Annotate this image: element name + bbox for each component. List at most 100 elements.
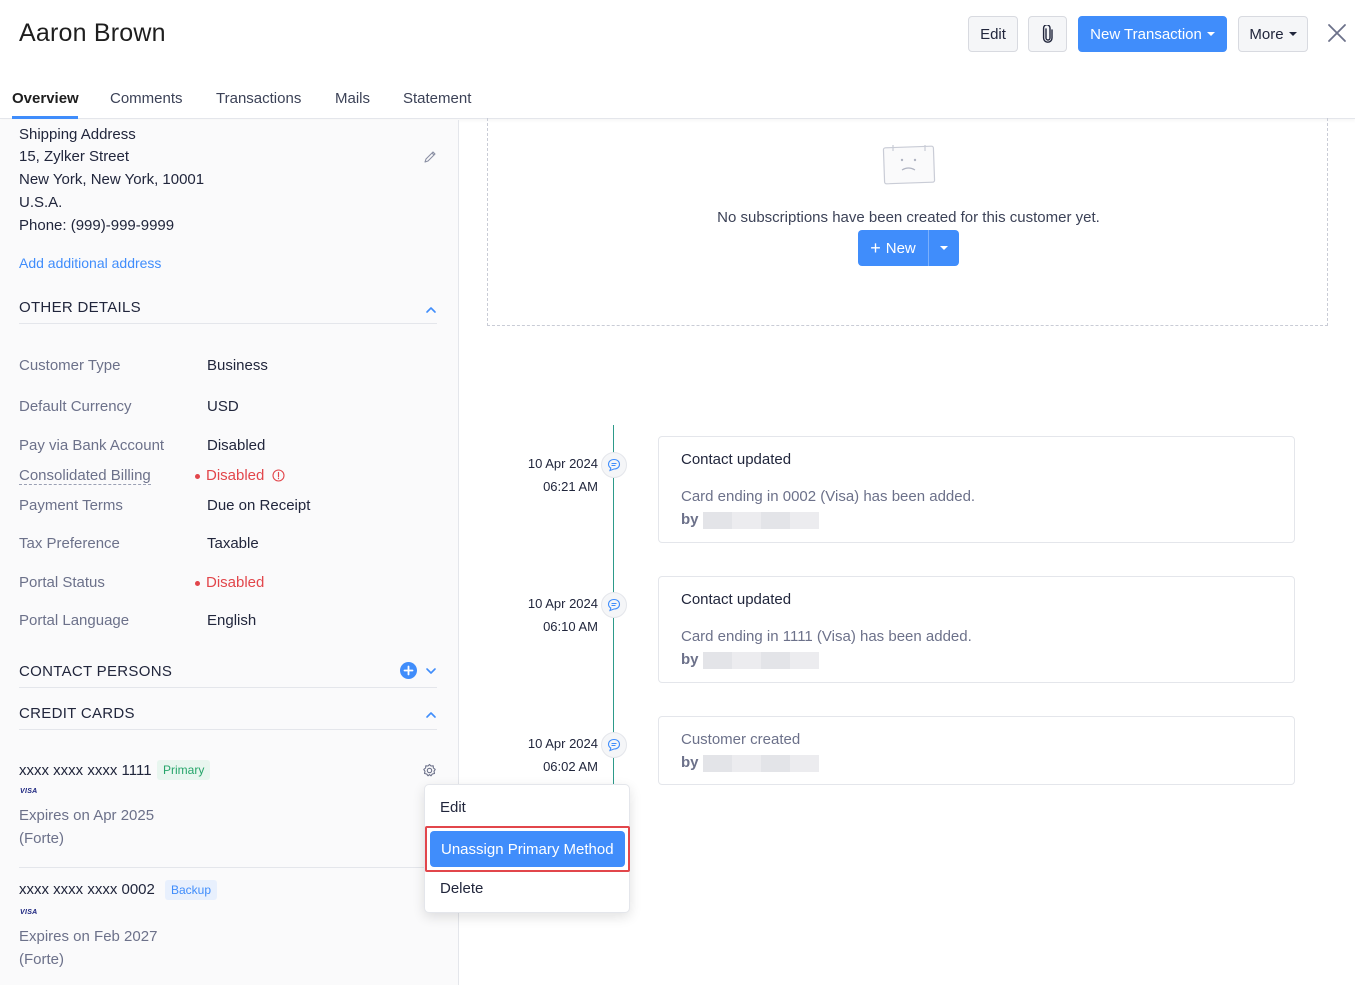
timeline-date: 10 Apr 2024 06:10 AM bbox=[488, 592, 598, 638]
primary-badge: Primary bbox=[157, 760, 211, 780]
pay-via-bank-label: Pay via Bank Account bbox=[19, 437, 165, 454]
chevron-up-icon bbox=[426, 307, 436, 313]
card-divider bbox=[19, 867, 437, 868]
timeline-date-day: 10 Apr 2024 bbox=[527, 736, 598, 751]
comment-icon bbox=[607, 738, 621, 752]
timeline-card-author: by bbox=[681, 651, 819, 669]
pencil-icon[interactable] bbox=[423, 150, 437, 164]
edit-button[interactable]: Edit bbox=[968, 16, 1018, 52]
paperclip-icon bbox=[1042, 25, 1053, 43]
timeline-card: Customer created by bbox=[658, 716, 1295, 785]
timeline-card-title: Customer created bbox=[681, 731, 801, 748]
close-icon[interactable] bbox=[1326, 22, 1348, 44]
timeline-date-time: 06:10 AM bbox=[543, 619, 598, 634]
card-gateway: (Forte) bbox=[19, 951, 64, 968]
card-expiry: Expires on Apr 2025 bbox=[19, 807, 155, 824]
add-additional-address-link[interactable]: Add additional address bbox=[19, 255, 161, 271]
timeline-card-title: Contact updated bbox=[681, 451, 792, 468]
more-button[interactable]: More bbox=[1238, 16, 1308, 52]
new-transaction-label: New Transaction bbox=[1090, 25, 1202, 43]
menu-item-unassign-primary[interactable]: Unassign Primary Method bbox=[430, 831, 625, 867]
tab-transactions[interactable]: Transactions bbox=[216, 90, 301, 107]
tab-overview[interactable]: Overview bbox=[12, 90, 79, 107]
tab-comments[interactable]: Comments bbox=[110, 90, 183, 107]
card-expiry: Expires on Feb 2027 bbox=[19, 928, 158, 945]
more-label: More bbox=[1249, 25, 1284, 43]
new-subscription-dropdown[interactable] bbox=[929, 230, 959, 266]
backup-badge: Backup bbox=[165, 880, 218, 900]
card-number: xxxx xxxx xxxx 1111 bbox=[19, 762, 152, 779]
customer-type-label: Customer Type bbox=[19, 357, 121, 374]
consolidated-billing-label[interactable]: Consolidated Billing bbox=[19, 467, 151, 485]
pay-via-bank-value: Disabled bbox=[207, 437, 266, 454]
active-tab-indicator bbox=[12, 116, 78, 119]
timeline-date: 10 Apr 2024 06:02 AM bbox=[488, 732, 598, 778]
default-currency-label: Default Currency bbox=[19, 398, 132, 415]
new-transaction-button[interactable]: New Transaction bbox=[1078, 16, 1227, 52]
page-title: Aaron Brown bbox=[19, 19, 166, 47]
credit-cards-title: CREDIT CARDS bbox=[19, 705, 135, 722]
menu-item-edit[interactable]: Edit bbox=[440, 799, 466, 816]
new-subscription-button[interactable]: + New bbox=[858, 230, 929, 266]
timeline-by-label: by bbox=[681, 651, 699, 668]
timeline-card-title: Contact updated bbox=[681, 591, 792, 608]
menu-item-delete[interactable]: Delete bbox=[440, 880, 483, 897]
shipping-line-3: U.S.A. bbox=[19, 194, 63, 211]
payment-terms-label: Payment Terms bbox=[19, 497, 123, 514]
consolidated-billing-value: Disabled bbox=[206, 467, 265, 484]
payment-terms-value: Due on Receipt bbox=[207, 497, 311, 514]
tab-mails[interactable]: Mails bbox=[335, 90, 370, 107]
gear-icon[interactable] bbox=[422, 763, 437, 778]
consolidated-billing-status: Disabled bbox=[195, 467, 285, 484]
page-header: Aaron Brown Edit New Transaction More bbox=[0, 0, 1355, 70]
customer-details-panel: Shipping Address 15, Zylker Street New Y… bbox=[0, 120, 459, 985]
timeline-date-day: 10 Apr 2024 bbox=[527, 596, 598, 611]
no-subscriptions-message: No subscriptions have been created for t… bbox=[717, 209, 1100, 226]
default-currency-value: USD bbox=[207, 398, 239, 415]
card-options-menu: Edit Unassign Primary Method Delete bbox=[424, 784, 630, 913]
portal-status: Disabled bbox=[195, 574, 264, 591]
other-details-title: OTHER DETAILS bbox=[19, 299, 141, 316]
timeline-card: Contact updated Card ending in 0002 (Vis… bbox=[658, 436, 1295, 543]
timeline-card: Contact updated Card ending in 1111 (Vis… bbox=[658, 576, 1295, 683]
chevron-down-icon[interactable] bbox=[425, 665, 437, 677]
comment-icon bbox=[607, 458, 621, 472]
chevron-up-icon bbox=[426, 712, 436, 718]
timeline-by-label: by bbox=[681, 511, 699, 528]
attachment-button[interactable] bbox=[1028, 16, 1067, 52]
portal-status-label: Portal Status bbox=[19, 574, 105, 591]
new-subscription-button-group: + New bbox=[858, 230, 959, 266]
add-contact-person-icon[interactable] bbox=[400, 662, 417, 679]
card-number: xxxx xxxx xxxx 0002 bbox=[19, 881, 155, 898]
subscriptions-empty-state: No subscriptions have been created for t… bbox=[487, 118, 1328, 326]
redacted-name bbox=[702, 511, 819, 529]
timeline-card-description: Card ending in 0002 (Visa) has been adde… bbox=[681, 488, 976, 505]
shipping-phone: Phone: (999)-999-9999 bbox=[19, 217, 175, 234]
timeline-card-author: by bbox=[681, 511, 819, 529]
customer-type-value: Business bbox=[207, 357, 268, 374]
timeline-date-time: 06:02 AM bbox=[543, 759, 598, 774]
caret-down-icon bbox=[1206, 32, 1215, 36]
contact-persons-section-header[interactable]: CONTACT PERSONS bbox=[19, 656, 437, 688]
timeline-card-author: by bbox=[681, 754, 819, 772]
timeline-date: 10 Apr 2024 06:21 AM bbox=[488, 452, 598, 498]
tax-preference-label: Tax Preference bbox=[19, 535, 120, 552]
contact-persons-title: CONTACT PERSONS bbox=[19, 663, 173, 680]
highlight-box: Unassign Primary Method bbox=[425, 826, 630, 872]
other-details-section-header[interactable]: OTHER DETAILS bbox=[19, 292, 437, 324]
portal-language-value: English bbox=[207, 612, 257, 629]
info-icon[interactable] bbox=[271, 469, 285, 482]
status-dot bbox=[195, 473, 200, 479]
plus-icon: + bbox=[870, 238, 881, 258]
credit-cards-section-header[interactable]: CREDIT CARDS bbox=[19, 698, 437, 730]
status-dot bbox=[195, 580, 200, 586]
tab-statement[interactable]: Statement bbox=[403, 90, 471, 107]
portal-language-label: Portal Language bbox=[19, 612, 130, 629]
tab-bar: Overview Comments Transactions Mails Sta… bbox=[0, 78, 1355, 119]
timeline-date-time: 06:21 AM bbox=[543, 479, 598, 494]
shipping-address-heading: Shipping Address bbox=[19, 126, 136, 143]
tax-preference-value: Taxable bbox=[207, 535, 259, 552]
caret-down-icon bbox=[940, 246, 948, 250]
shipping-line-1: 15, Zylker Street bbox=[19, 148, 130, 165]
new-subscription-label: New bbox=[885, 239, 916, 257]
